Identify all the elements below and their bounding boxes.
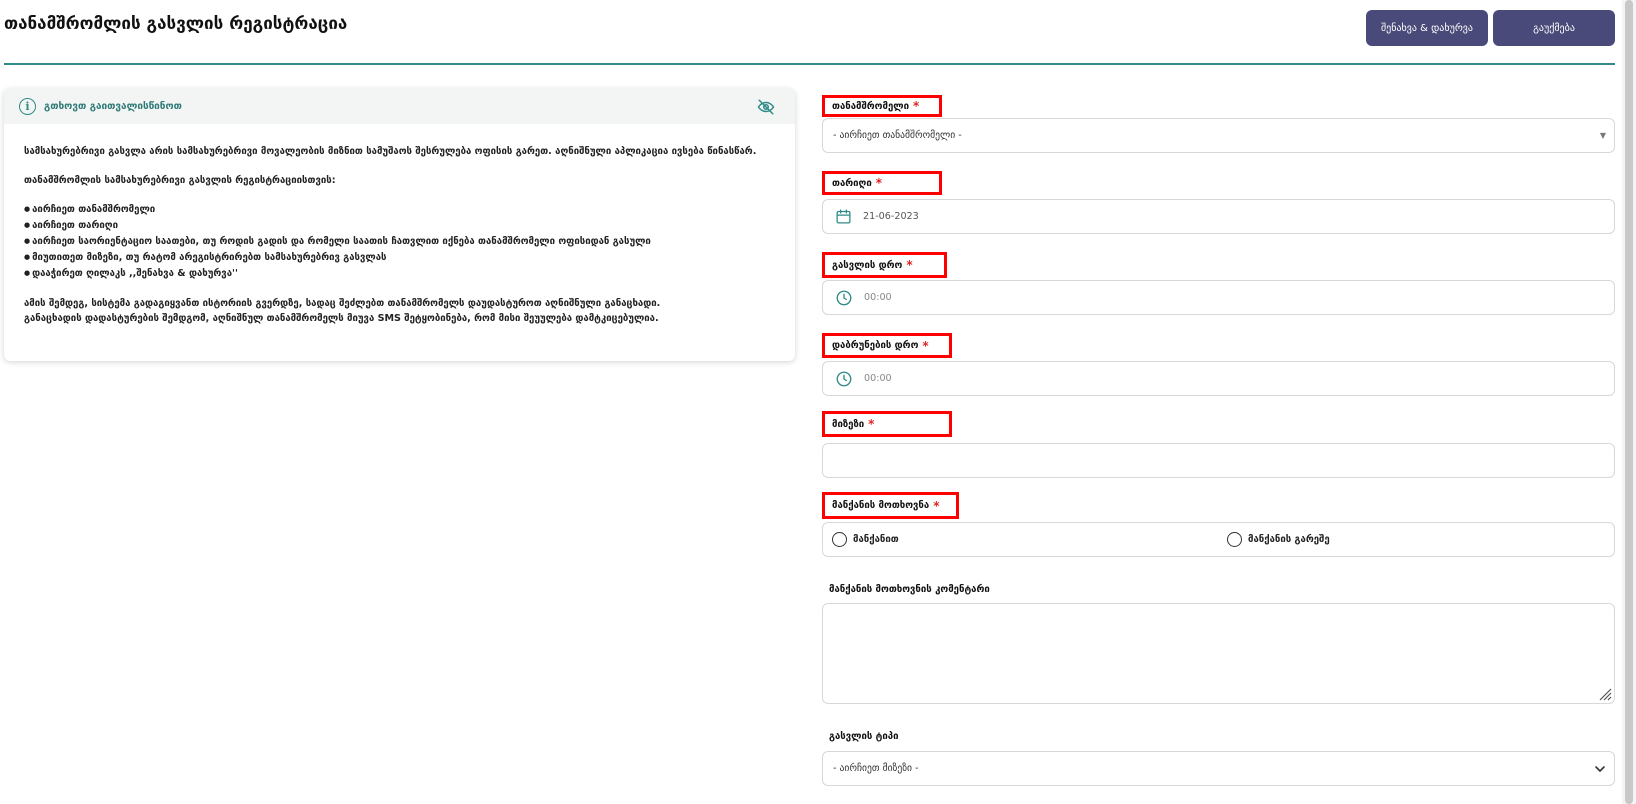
info-card-body: სამსახურებრივი გასვლა არის სამსახურებრივ…	[4, 124, 795, 326]
radio-label: მანქანის გარეშე	[1248, 534, 1330, 545]
info-bullet: აირჩიეთ საორიენტაციო საათები, თუ როდის გ…	[24, 234, 775, 250]
departure-time-label-text: გასვლის დრო	[832, 259, 903, 271]
radio-label: მანქანით	[853, 534, 899, 545]
header-divider	[4, 63, 1615, 65]
exit-type-label: გასვლის ტიპი	[829, 731, 899, 742]
info-paragraph-line: განაცხადის დადასტურების შემდგომ, აღნიშნუ…	[24, 313, 659, 324]
date-label: თარიღი *	[822, 171, 942, 195]
save-close-button[interactable]: შენახვა & დახურვა	[1366, 10, 1488, 46]
page-title: თანამშრომლის გასვლის რეგისტრაცია	[4, 14, 348, 34]
reason-label-text: მიზეზი	[832, 418, 865, 430]
required-asterisk: *	[912, 99, 920, 113]
radio-without-car[interactable]: მანქანის გარეშე	[1227, 532, 1330, 547]
info-bullet-list: აირჩიეთ თანამშრომელი აირჩიეთ თარიღი აირჩ…	[24, 202, 775, 282]
departure-time-label: გასვლის დრო *	[822, 252, 947, 278]
info-paragraph: თანამშრომლის სამსახურებრივი გასვლის რეგი…	[24, 175, 336, 186]
radio-circle[interactable]	[1227, 532, 1242, 547]
date-input-value: 21-06-2023	[863, 211, 919, 222]
info-bullet: აირჩიეთ თანამშრომელი	[24, 202, 775, 218]
required-asterisk: *	[906, 258, 913, 272]
required-asterisk: *	[933, 498, 940, 513]
exit-type-select[interactable]: - აირჩიეთ მიზეზი -	[822, 751, 1615, 786]
info-bullet: აირჩიეთ თარიღი	[24, 218, 775, 234]
car-request-label: მანქანის მოთხოვნა *	[822, 492, 959, 519]
return-time-input[interactable]: 00:00	[822, 361, 1615, 396]
employee-select[interactable]: - აირჩიეთ თანამშრომელი - ▼	[822, 118, 1615, 153]
return-time-placeholder: 00:00	[864, 373, 892, 384]
required-asterisk: *	[868, 417, 875, 431]
reason-label: მიზეზი *	[822, 411, 952, 437]
scrollbar-thumb[interactable]	[1625, 0, 1633, 804]
cancel-button[interactable]: გაუქმება	[1493, 10, 1615, 46]
required-asterisk: *	[922, 338, 929, 353]
resize-handle-icon[interactable]	[1598, 687, 1612, 701]
departure-time-placeholder: 00:00	[864, 292, 892, 303]
info-card: i გთხოვთ გაითვალისწინოთ სამსახურებრივი გ…	[4, 89, 795, 361]
return-time-label: დაბრუნების დრო *	[822, 333, 952, 358]
info-card-header: i გთხოვთ გაითვალისწინოთ	[4, 89, 795, 124]
employee-label: თანამშრომელი *	[822, 95, 942, 117]
eye-off-icon[interactable]	[757, 98, 775, 116]
reason-input[interactable]	[822, 443, 1615, 478]
clock-icon[interactable]	[835, 370, 853, 388]
info-paragraph-line: ამის შემდეგ, სისტემა გადაგიყვანთ ისტორიი…	[24, 298, 661, 309]
calendar-icon[interactable]	[835, 208, 852, 225]
info-card-title: გთხოვთ გაითვალისწინოთ	[44, 101, 182, 112]
car-request-radio-group: მანქანით მანქანის გარეშე	[822, 522, 1615, 557]
departure-time-input[interactable]: 00:00	[822, 280, 1615, 315]
clock-icon[interactable]	[835, 289, 853, 307]
employee-select-value: - აირჩიეთ თანამშრომელი -	[833, 130, 962, 141]
info-bullet: მიუთითეთ მიზეზი, თუ რატომ არეგისტრირებთ …	[24, 250, 775, 266]
return-time-label-text: დაბრუნების დრო	[832, 340, 919, 351]
radio-circle[interactable]	[832, 532, 847, 547]
car-comment-label: მანქანის მოთხოვნის კომენტარი	[829, 584, 990, 595]
employee-label-text: თანამშრომელი	[832, 100, 909, 112]
exit-type-select-value: - აირჩიეთ მიზეზი -	[833, 763, 919, 774]
info-icon: i	[19, 98, 36, 115]
radio-with-car[interactable]: მანქანით	[832, 532, 899, 547]
chevron-down-icon	[1595, 766, 1605, 772]
car-comment-textarea[interactable]	[822, 603, 1615, 704]
date-label-text: თარიღი	[832, 177, 872, 189]
info-paragraph: სამსახურებრივი გასვლა არის სამსახურებრივ…	[24, 146, 757, 157]
info-bullet: დააჭირეთ ღილაკს ,,შენახვა & დახურვა''	[24, 266, 775, 282]
car-request-label-text: მანქანის მოთხოვნა	[832, 500, 930, 511]
caret-down-icon: ▼	[1599, 131, 1606, 140]
required-asterisk: *	[875, 176, 883, 190]
date-input[interactable]: 21-06-2023	[822, 199, 1615, 234]
